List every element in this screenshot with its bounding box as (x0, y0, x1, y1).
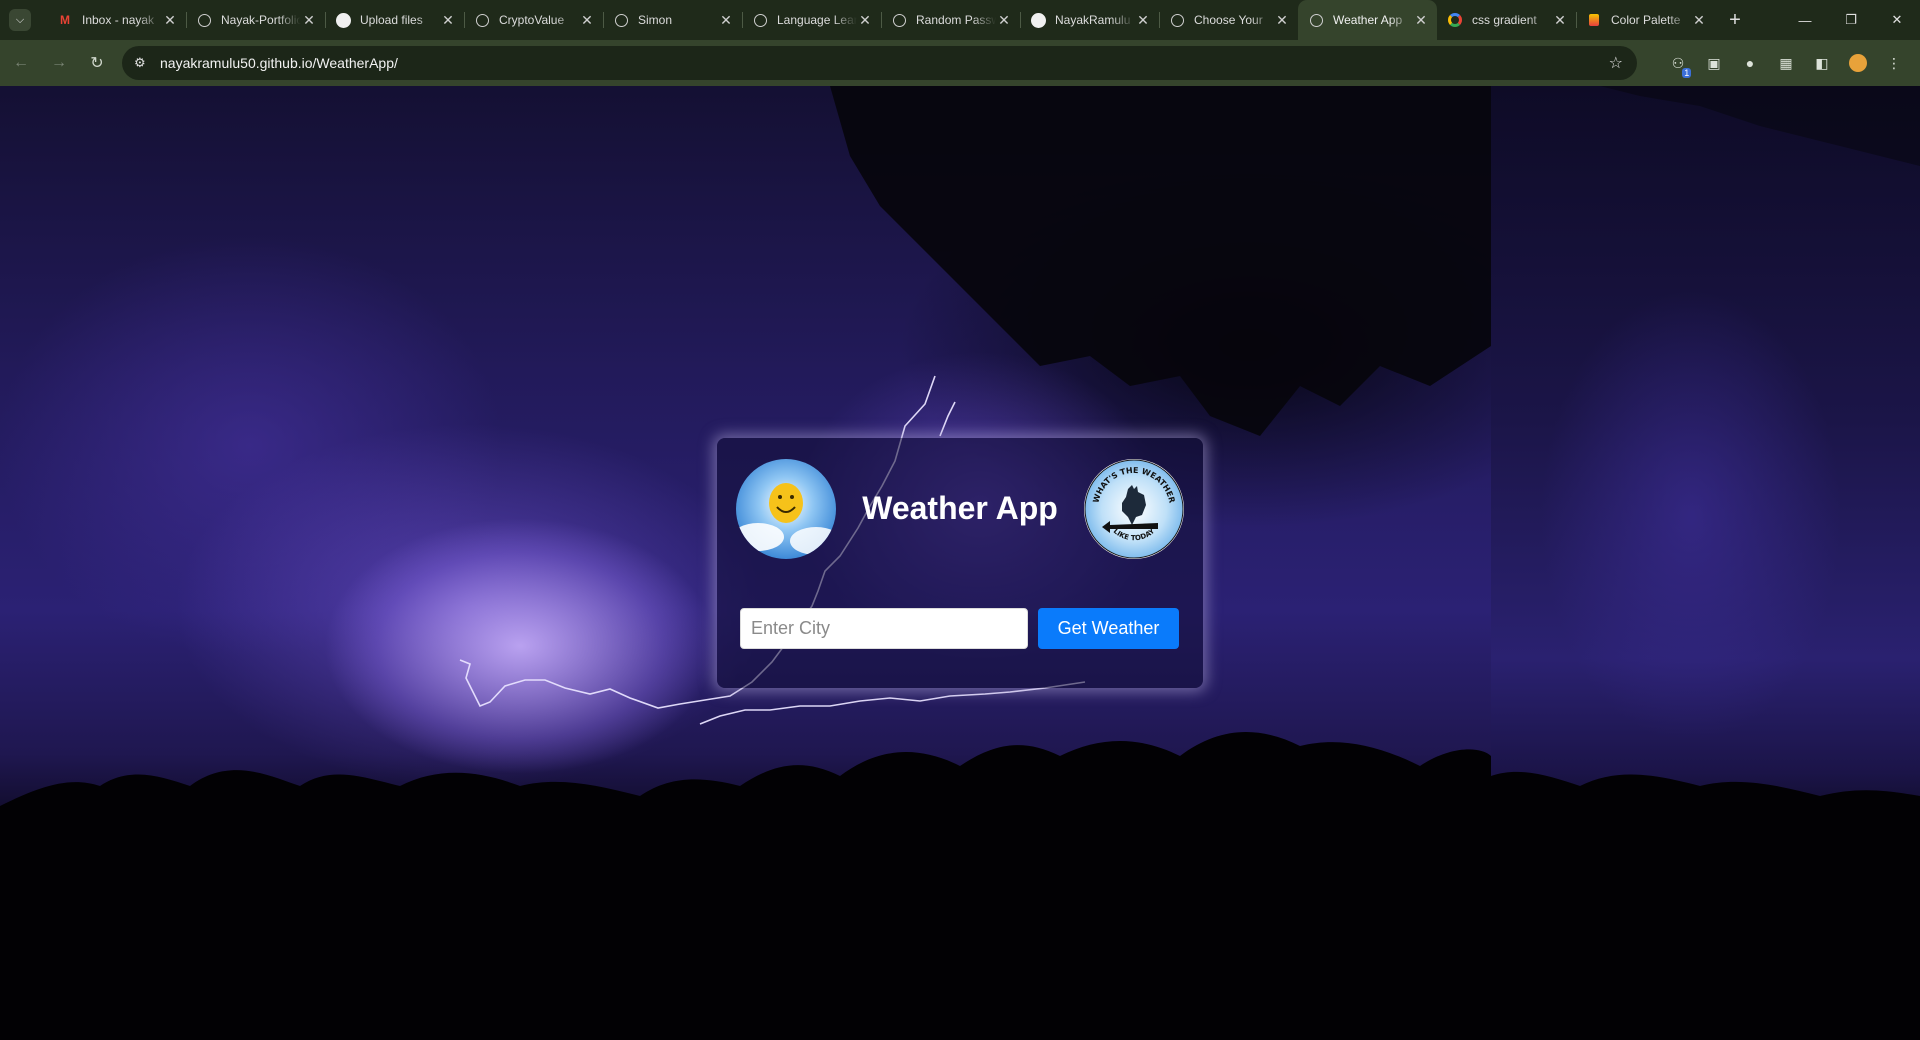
globe-icon (613, 12, 629, 28)
globe-icon (1169, 12, 1185, 28)
globe-icon (891, 12, 907, 28)
github-icon (335, 12, 351, 28)
tab-8[interactable]: Choose Your ✕ (1159, 0, 1298, 40)
restore-button[interactable]: ❐ (1828, 0, 1874, 40)
tab-search-button[interactable]: ⌵ (9, 9, 31, 31)
tab-6[interactable]: Random Password✕ (881, 0, 1020, 40)
close-window-button[interactable]: ✕ (1874, 0, 1920, 40)
tab-title: NayakRamulu (1055, 13, 1131, 27)
tab-10[interactable]: css gradient ✕ (1437, 0, 1576, 40)
arrow-left-icon: ← (13, 54, 29, 71)
media-icon[interactable]: ▣ (1696, 46, 1732, 80)
puzzle-icon[interactable]: ▦ (1768, 46, 1804, 80)
close-tab-icon[interactable]: ✕ (440, 12, 456, 29)
sun-logo-icon (736, 459, 836, 559)
url-text: nayakramulu50.github.io/WeatherApp/ (160, 55, 398, 71)
minimize-button[interactable]: — (1782, 0, 1828, 40)
close-tab-icon[interactable]: ✕ (162, 12, 178, 29)
city-input[interactable] (740, 608, 1028, 649)
tab-title: Inbox - nayak (82, 13, 155, 27)
reload-icon: ↻ (90, 55, 104, 72)
treeline-silhouette (0, 732, 1920, 1040)
tree-canopy (830, 86, 1920, 436)
tab-title: Nayak-Portfolio (221, 13, 301, 27)
extension-badge: 1 (1682, 67, 1692, 78)
get-weather-button[interactable]: Get Weather (1038, 608, 1179, 649)
tab-9[interactable]: Weather App ✕ (1298, 0, 1437, 40)
globe-icon (1308, 12, 1324, 28)
forward-button[interactable]: → (42, 46, 76, 80)
tab-title: CryptoValue (499, 13, 565, 27)
reload-button[interactable]: ↻ (80, 46, 114, 80)
tab-0[interactable]: M Inbox - nayak ✕ (47, 0, 186, 40)
google-icon (1447, 12, 1463, 28)
tab-11[interactable]: Color Palette ✕ (1576, 0, 1715, 40)
avatar[interactable] (1840, 46, 1876, 80)
tab-7[interactable]: NayakRamulu ✕ (1020, 0, 1159, 40)
tab-title: Color Palette (1611, 13, 1681, 27)
tab-title: Choose Your (1194, 13, 1263, 27)
bookmark-star-icon[interactable]: ☆ (1609, 53, 1623, 73)
palette-icon (1586, 12, 1602, 28)
menu-icon[interactable]: ⋮ (1876, 46, 1912, 80)
tab-title: Language Learning (777, 13, 857, 27)
arrow-right-icon: → (51, 54, 67, 71)
tab-title: Weather App (1333, 13, 1403, 27)
toolbar-actions: ⚇ 1 ▣ ● ▦ ◧ ⋮ (1660, 46, 1912, 80)
close-tab-icon[interactable]: ✕ (1552, 12, 1568, 29)
window-controls: — ❐ ✕ (1782, 0, 1920, 40)
tab-list: M Inbox - nayak ✕ Nayak-Portfolio ✕ Upload fi… (47, 0, 1715, 40)
side-panel-icon[interactable]: ◧ (1804, 46, 1840, 80)
tab-2[interactable]: Upload files ✕ (325, 0, 464, 40)
close-tab-icon[interactable]: ✕ (1274, 12, 1290, 29)
weather-card: Weather App WHAT'S THE WEATHER LIKE TODA… (717, 438, 1203, 688)
close-tab-icon[interactable]: ✕ (718, 12, 734, 29)
site-info-icon[interactable]: ⚙ (134, 55, 154, 71)
globe-icon (474, 12, 490, 28)
performance-icon[interactable]: ● (1732, 46, 1768, 80)
close-tab-icon[interactable]: ✕ (996, 12, 1012, 29)
tab-1[interactable]: Nayak-Portfolio ✕ (186, 0, 325, 40)
tab-title: Upload files (360, 13, 423, 27)
close-tab-icon[interactable]: ✕ (301, 12, 317, 29)
globe-icon (752, 12, 768, 28)
tab-4[interactable]: Simon ✕ (603, 0, 742, 40)
github-icon (1030, 12, 1046, 28)
tab-title: Simon (638, 13, 673, 27)
close-tab-icon[interactable]: ✕ (1413, 12, 1429, 29)
close-tab-icon[interactable]: ✕ (579, 12, 595, 29)
rooster-logo-icon: WHAT'S THE WEATHER LIKE TODAY (1084, 459, 1184, 559)
tab-strip: ⌵ M Inbox - nayak ✕ Nayak-Portfolio ✕ Upload … (0, 0, 1920, 40)
tab-title: css gradient (1472, 13, 1537, 27)
back-button[interactable]: ← (4, 46, 38, 80)
new-tab-button[interactable]: + (1721, 9, 1749, 32)
chevron-down-icon: ⌵ (15, 13, 25, 26)
globe-icon (196, 12, 212, 28)
extension-icon[interactable]: ⚇ 1 (1660, 46, 1696, 80)
tab-5[interactable]: Language Learning✕ (742, 0, 881, 40)
close-tab-icon[interactable]: ✕ (1691, 12, 1707, 29)
app-title: Weather App (862, 490, 1058, 526)
gmail-icon: M (60, 13, 70, 27)
address-bar[interactable]: ⚙ nayakramulu50.github.io/WeatherApp/ ☆ (122, 46, 1637, 80)
tab-title: Random Password (916, 13, 996, 27)
browser-toolbar: ← → ↻ ⚙ nayakramulu50.github.io/WeatherA… (0, 40, 1920, 86)
close-tab-icon[interactable]: ✕ (857, 12, 873, 29)
close-tab-icon[interactable]: ✕ (1135, 12, 1151, 29)
tab-3[interactable]: CryptoValue ✕ (464, 0, 603, 40)
page-viewport: Weather App WHAT'S THE WEATHER LIKE TODA… (0, 86, 1920, 1040)
